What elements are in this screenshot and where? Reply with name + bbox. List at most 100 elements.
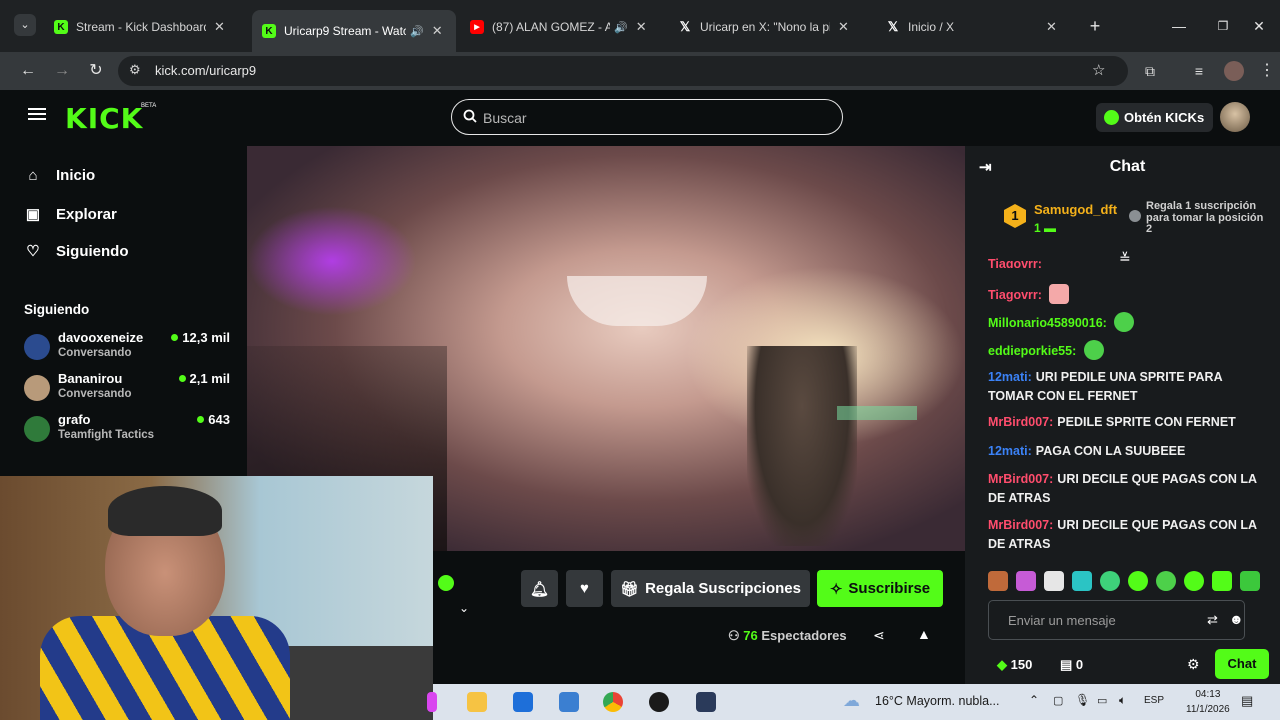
chevron-up-icon[interactable]: ⌃ (1029, 693, 1039, 707)
chrome-icon[interactable] (603, 692, 623, 712)
obs-icon[interactable] (649, 692, 669, 712)
site-info-icon[interactable]: ⚙ (129, 62, 141, 78)
store-icon[interactable] (513, 692, 533, 712)
get-kicks-button[interactable]: Obtén KICKs (1096, 103, 1213, 132)
tab-title: Stream - Kick Dashboard (76, 20, 206, 34)
x-icon: 𝕏 (887, 19, 899, 34)
volume-icon[interactable]: 🔈︎ (1119, 693, 1126, 708)
emote-icon[interactable] (988, 571, 1008, 591)
address-bar: ← → ↻ ⚙ kick.com/uricarp9 ☆ ⧉ ≡ ⋮ (0, 52, 1280, 90)
emote-icon[interactable] (1100, 571, 1120, 591)
window-close-icon[interactable]: ✕ (1248, 15, 1270, 37)
emote-icon[interactable] (1240, 571, 1260, 591)
chat-username[interactable]: MrBird007: (988, 415, 1053, 429)
chevron-down-icon[interactable]: ⌄ (459, 601, 469, 615)
extensions-icon[interactable]: ⧉ (1139, 60, 1161, 82)
network-icon[interactable]: ▭ (1097, 694, 1107, 707)
back-icon[interactable]: ← (17, 60, 39, 82)
minimize-icon[interactable]: — (1168, 15, 1190, 37)
app-icon[interactable] (696, 692, 716, 712)
language-indicator[interactable]: ESP (1144, 695, 1164, 706)
user-avatar[interactable] (1220, 102, 1250, 132)
notifications-icon[interactable]: ▤ (1241, 693, 1253, 709)
report-warning-icon[interactable]: ▲ (917, 626, 931, 642)
forward-icon[interactable]: → (51, 60, 73, 82)
close-icon[interactable]: ✕ (214, 19, 225, 35)
chat-username[interactable]: MrBird007: (988, 472, 1053, 486)
weather-text[interactable]: 16°C Mayorm. nubla... (875, 694, 1000, 708)
chat-username[interactable]: 12mati: (988, 370, 1032, 384)
chat-message: Tiagovrr: (988, 284, 1268, 305)
tab-search-icon[interactable]: ⌄ (14, 14, 36, 36)
sidebar-channel-davooxeneize[interactable]: davooxeneize Conversando 12,3 mil (24, 330, 234, 368)
tray-icon[interactable]: ▢ (1053, 694, 1063, 707)
close-icon[interactable]: ✕ (432, 23, 443, 39)
tab-title: (87) ALAN GOMEZ - AR (492, 20, 610, 34)
emote-icon[interactable] (1184, 571, 1204, 591)
outlook-icon[interactable] (559, 692, 579, 712)
send-chat-button[interactable]: Chat (1215, 649, 1269, 679)
chat-username[interactable]: Millonario45890016: (988, 316, 1107, 330)
tab-uricarp9-stream[interactable]: K Uricarp9 Stream - Watch 🔊 ✕ (252, 10, 456, 52)
chat-message-input[interactable]: Enviar un mensaje ⇄ ☻ (988, 600, 1245, 640)
chat-username[interactable]: Tiagovrr: (988, 257, 1042, 268)
chat-username[interactable]: 12mati: (988, 444, 1032, 458)
channel-category: Conversando (58, 388, 132, 400)
notification-bell-button[interactable]: 🔔︎ (521, 570, 558, 607)
new-tab-icon[interactable]: + (1084, 15, 1106, 37)
verified-badge-icon (438, 575, 454, 591)
x-icon: 𝕏 (679, 19, 691, 34)
beta-badge: BETA (141, 103, 157, 109)
sidebar-channel-grafo[interactable]: grafo Teamfight Tactics 643 (24, 412, 234, 450)
gift-counter[interactable]: ▤ 0 (1060, 657, 1083, 673)
bookmark-star-icon[interactable]: ☆ (1092, 61, 1105, 79)
search-input[interactable]: Buscar (451, 99, 843, 135)
microphone-icon[interactable]: 🎙︎ (1075, 693, 1090, 707)
chat-username[interactable]: MrBird007: (988, 518, 1053, 532)
tab-x-inicio[interactable]: 𝕏 Inicio / X ✕ (876, 10, 1080, 44)
close-icon[interactable]: ✕ (1046, 19, 1057, 35)
gift-subs-button[interactable]: 🎁︎ Regala Suscripciones (611, 570, 810, 607)
chat-username[interactable]: eddieporkie55: (988, 344, 1076, 358)
reload-icon[interactable]: ↻ (85, 60, 107, 82)
url-field[interactable]: ⚙ kick.com/uricarp9 ☆ (118, 56, 1128, 86)
media-control-icon[interactable]: ≡ (1188, 60, 1210, 82)
sidebar-channel-bananirou[interactable]: Bananirou Conversando 2,1 mil (24, 371, 234, 409)
emote-icon[interactable] (1016, 571, 1036, 591)
channel-category: Teamfight Tactics (58, 429, 155, 441)
profile-avatar[interactable] (1224, 61, 1244, 81)
system-clock[interactable]: 04:13 11/1/2026 (1186, 687, 1230, 717)
sidebar-item-inicio[interactable]: ⌂ Inicio (24, 167, 95, 184)
follow-heart-button[interactable]: ♥ (566, 570, 603, 607)
share-icon[interactable]: ⋖ (873, 627, 885, 644)
hamburger-menu-icon[interactable] (28, 106, 46, 122)
emote-icon[interactable] (1212, 571, 1232, 591)
settings-gear-icon[interactable]: ⚙ (1187, 656, 1200, 673)
sidebar-item-explorar[interactable]: ▣ Explorar (24, 205, 117, 224)
tab-youtube[interactable]: ▶ (87) ALAN GOMEZ - AR 🔊 ✕ (460, 10, 664, 44)
search-placeholder: Buscar (483, 110, 527, 126)
home-icon: ⌂ (28, 167, 38, 184)
subscribe-button[interactable]: ✧ Suscribirse (817, 570, 943, 607)
emoji-icon[interactable]: ☻ (1229, 611, 1244, 627)
close-icon[interactable]: ✕ (636, 19, 647, 35)
restore-icon[interactable]: ❐ (1212, 15, 1234, 37)
emote-icon[interactable] (1072, 571, 1092, 591)
kick-logo[interactable]: KICK (65, 102, 143, 135)
sidebar-item-label: Explorar (56, 205, 117, 223)
channel-points[interactable]: ◆ 150 (997, 657, 1032, 673)
sidebar-item-siguiendo[interactable]: ♡ Siguiendo (24, 242, 128, 261)
tab-x-uricarp[interactable]: 𝕏 Uricarp en X: "Nono la pinta ✕ (668, 10, 872, 44)
menu-dots-icon[interactable]: ⋮ (1256, 60, 1278, 82)
close-icon[interactable]: ✕ (838, 19, 849, 35)
app-icon[interactable] (427, 692, 437, 712)
chat-username[interactable]: Tiagovrr: (988, 288, 1042, 302)
emote-icon[interactable] (1044, 571, 1064, 591)
translate-icon[interactable]: ⇄ (1207, 612, 1218, 628)
tab-kick-dashboard[interactable]: K Stream - Kick Dashboard ✕ (44, 10, 248, 44)
bell-icon: 🔔︎ (529, 580, 550, 598)
top-gifter-name[interactable]: Samugod_dft (1034, 202, 1117, 217)
file-explorer-icon[interactable] (467, 692, 487, 712)
emote-icon[interactable] (1128, 571, 1148, 591)
emote-icon[interactable] (1156, 571, 1176, 591)
